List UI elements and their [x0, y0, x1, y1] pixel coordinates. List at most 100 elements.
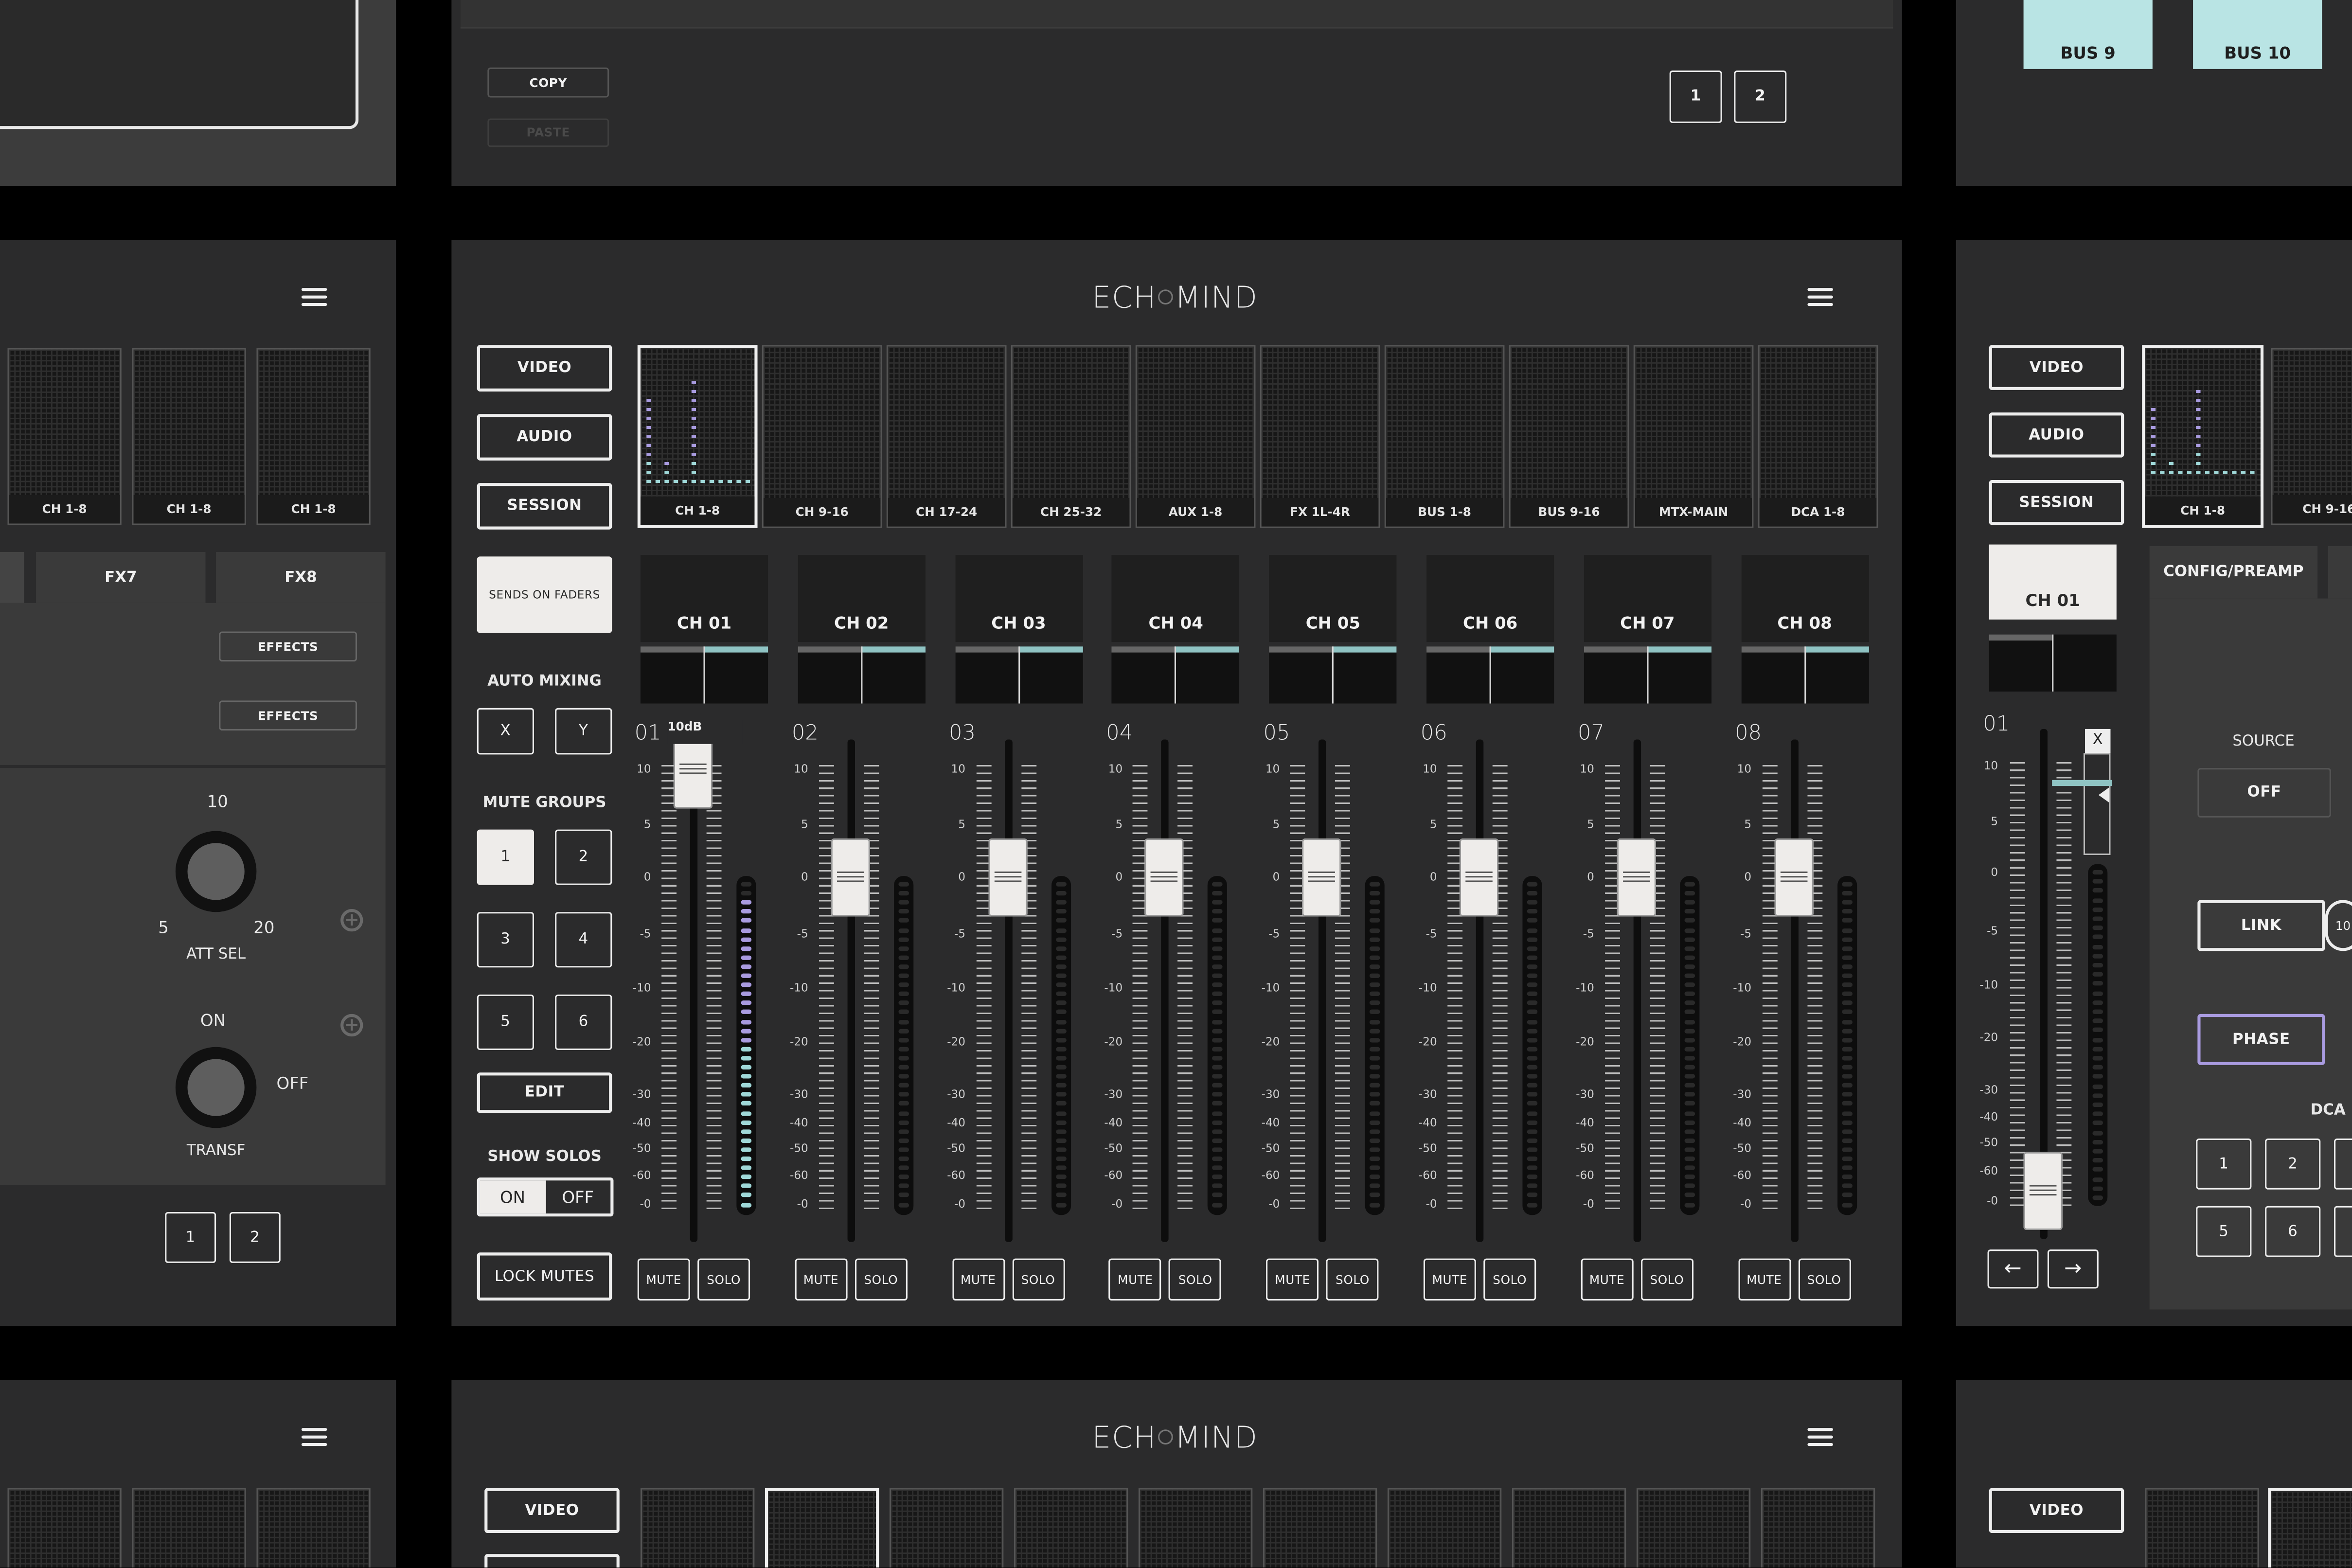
solos-on-option[interactable]: ON: [480, 1180, 546, 1214]
page-1-button[interactable]: 1: [165, 1212, 216, 1263]
fader-handle-5[interactable]: [1302, 838, 1341, 917]
bus-9-button[interactable]: BUS 9: [2023, 0, 2153, 69]
page-2-button[interactable]: 2: [1734, 70, 1787, 123]
selected-channel-pan[interactable]: [1989, 634, 2117, 692]
solo-button-2[interactable]: SOLO: [855, 1258, 908, 1301]
layer-thumb-0[interactable]: CH 1-8: [637, 345, 758, 528]
layer-thumb[interactable]: [2268, 1488, 2352, 1568]
layer-thumb[interactable]: [7, 1488, 122, 1568]
tab-fx8[interactable]: FX8: [216, 552, 386, 603]
audio-button[interactable]: AUDIO: [477, 414, 612, 461]
layer-thumb-3[interactable]: CH 25-32: [1011, 345, 1131, 528]
channel-name-2[interactable]: CH 02: [798, 555, 926, 642]
channel-name-3[interactable]: CH 03: [955, 555, 1083, 642]
audio-button[interactable]: AUDIO: [1989, 412, 2124, 458]
solos-off-option[interactable]: OFF: [545, 1180, 610, 1213]
solo-button-6[interactable]: SOLO: [1483, 1258, 1536, 1301]
lock-mutes-button[interactable]: LOCK MUTES: [477, 1252, 612, 1301]
solo-button-4[interactable]: SOLO: [1169, 1258, 1222, 1301]
auto-mix-x-button[interactable]: X: [477, 708, 534, 755]
close-button[interactable]: X: [2085, 729, 2111, 753]
layer-thumb-9[interactable]: DCA 1-8: [1758, 345, 1878, 528]
mute-button-2[interactable]: MUTE: [794, 1258, 847, 1301]
pan-control-7[interactable]: [1584, 646, 1711, 704]
layer-thumb[interactable]: CH 1-8: [256, 348, 371, 525]
next-channel-button[interactable]: →: [2047, 1249, 2099, 1289]
layer-thumb-6[interactable]: BUS 1-8: [1384, 345, 1505, 528]
layer-thumb-5[interactable]: FX 1L-4R: [1260, 345, 1380, 528]
layer-thumb[interactable]: CH 1-8: [7, 348, 122, 525]
pan-control-4[interactable]: [1112, 646, 1240, 704]
fader-handle-4[interactable]: [1145, 838, 1184, 917]
layer-thumb[interactable]: [2145, 1488, 2259, 1568]
solo-button-8[interactable]: SOLO: [1798, 1258, 1851, 1301]
paste-button[interactable]: PASTE: [487, 118, 609, 147]
mute-button-7[interactable]: MUTE: [1581, 1258, 1634, 1301]
mute-button-1[interactable]: MUTE: [637, 1258, 690, 1301]
att-sel-knob[interactable]: [175, 831, 257, 912]
mute-button-4[interactable]: MUTE: [1109, 1258, 1162, 1301]
fader-handle-8[interactable]: [1774, 838, 1813, 917]
fader-handle-6[interactable]: [1459, 838, 1499, 917]
video-button[interactable]: VIDEO: [1989, 345, 2124, 390]
layer-thumb-6[interactable]: [1387, 1488, 1502, 1568]
layer-thumb-4[interactable]: [1138, 1488, 1253, 1568]
tab-fx7[interactable]: FX7: [36, 552, 206, 603]
video-button[interactable]: VIDEO: [1989, 1488, 2124, 1533]
layer-thumb-1[interactable]: CH 9-16: [762, 345, 882, 528]
page-1-button[interactable]: 1: [1669, 70, 1722, 123]
solo-button-1[interactable]: SOLO: [697, 1258, 750, 1301]
channel-name-6[interactable]: CH 06: [1426, 555, 1554, 642]
layer-thumb-3[interactable]: [1014, 1488, 1128, 1568]
layer-thumb-2[interactable]: [889, 1488, 1004, 1568]
phase-button[interactable]: PHASE: [2197, 1014, 2325, 1065]
fader-handle-2[interactable]: [831, 838, 870, 917]
mute-group-4-button[interactable]: 4: [555, 912, 612, 968]
mute-group-3-button[interactable]: 3: [477, 912, 534, 968]
layer-thumb-7[interactable]: BUS 9-16: [1509, 345, 1629, 528]
transf-knob[interactable]: [175, 1047, 257, 1128]
auto-mix-y-button[interactable]: Y: [555, 708, 612, 755]
add-icon[interactable]: +: [340, 909, 363, 932]
layer-thumb-9[interactable]: [1761, 1488, 1875, 1568]
tab-fx6[interactable]: [0, 552, 24, 603]
dca-5-button[interactable]: 5: [2196, 1206, 2252, 1257]
channel-name-1[interactable]: CH 01: [640, 555, 768, 642]
show-solos-toggle[interactable]: ON OFF: [477, 1177, 614, 1217]
session-button[interactable]: SESSION: [1989, 480, 2124, 525]
layer-thumb[interactable]: [132, 1488, 246, 1568]
channel-name-4[interactable]: CH 04: [1112, 555, 1240, 642]
pan-control-3[interactable]: [955, 646, 1083, 704]
add-icon[interactable]: +: [340, 1014, 363, 1037]
mute-button-5[interactable]: MUTE: [1266, 1258, 1319, 1301]
layer-thumb-7[interactable]: [1512, 1488, 1626, 1568]
edit-button[interactable]: EDIT: [477, 1072, 612, 1113]
tab-next[interactable]: [2328, 546, 2352, 599]
layer-thumb-0[interactable]: [640, 1488, 755, 1568]
dca-6-button[interactable]: 6: [2265, 1206, 2321, 1257]
source-off-button[interactable]: OFF: [2197, 768, 2331, 818]
menu-icon[interactable]: [301, 1428, 327, 1446]
selected-channel-name[interactable]: CH 01: [1989, 544, 2117, 620]
fader-handle-3[interactable]: [988, 838, 1027, 917]
mute-group-6-button[interactable]: 6: [555, 994, 612, 1050]
bus-10-button[interactable]: BUS 10: [2193, 0, 2322, 69]
mute-group-2-button[interactable]: 2: [555, 829, 612, 885]
audio-button[interactable]: [484, 1554, 620, 1568]
pan-control-2[interactable]: [798, 646, 926, 704]
layer-thumb-8[interactable]: [1636, 1488, 1751, 1568]
solo-button-3[interactable]: SOLO: [1012, 1258, 1065, 1301]
copy-button[interactable]: COPY: [487, 67, 609, 98]
layer-thumb-8[interactable]: MTX-MAIN: [1633, 345, 1754, 528]
page-2-button[interactable]: 2: [229, 1212, 281, 1263]
channel-name-8[interactable]: CH 08: [1741, 555, 1869, 642]
fader-handle-7[interactable]: [1617, 838, 1656, 917]
channel-name-7[interactable]: CH 07: [1584, 555, 1711, 642]
fader-handle[interactable]: [2023, 1152, 2063, 1230]
mute-button-8[interactable]: MUTE: [1738, 1258, 1791, 1301]
channel-name-5[interactable]: CH 05: [1269, 555, 1397, 642]
session-button[interactable]: SESSION: [477, 483, 612, 530]
menu-icon[interactable]: [301, 288, 327, 306]
layer-thumb[interactable]: CH 1-8: [132, 348, 246, 525]
pan-control-5[interactable]: [1269, 646, 1397, 704]
